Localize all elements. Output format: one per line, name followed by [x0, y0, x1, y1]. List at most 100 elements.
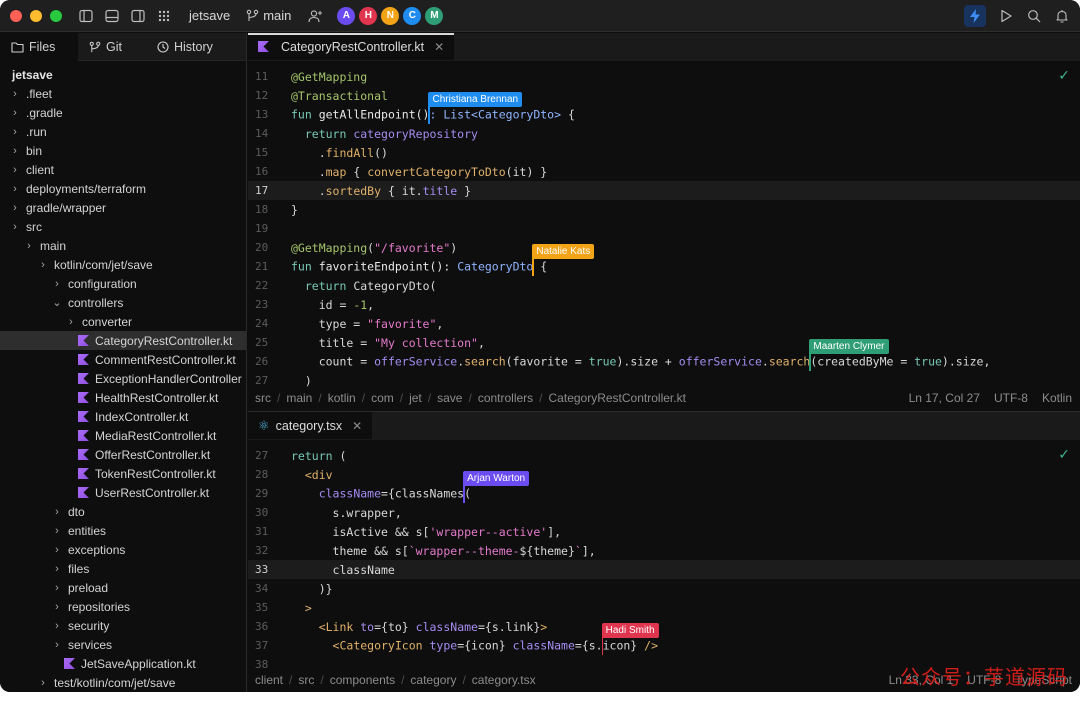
breadcrumb-item[interactable]: CategoryRestController.kt	[549, 391, 686, 405]
code-line[interactable]: 31 isActive && s['wrapper--active'],	[248, 522, 1080, 541]
tree-folder[interactable]: › kotlin/com/jet/save	[0, 255, 246, 274]
line-number[interactable]: 16	[248, 165, 282, 178]
chevron-right-icon[interactable]: ›	[52, 525, 62, 537]
line-number[interactable]: 33	[248, 563, 282, 576]
chevron-right-icon[interactable]: ›	[10, 145, 20, 157]
tree-folder[interactable]: › preload	[0, 578, 246, 597]
avatar[interactable]: H	[359, 6, 378, 25]
breadcrumb-item[interactable]: category	[410, 673, 456, 687]
tree-folder[interactable]: › security	[0, 616, 246, 635]
line-number[interactable]: 26	[248, 355, 282, 368]
sidebar-right-icon[interactable]	[130, 8, 146, 24]
tree-folder[interactable]: › configuration	[0, 274, 246, 293]
chevron-right-icon[interactable]: ›	[10, 202, 20, 214]
tree-folder[interactable]: › services	[0, 635, 246, 654]
tree-folder[interactable]: › main	[0, 236, 246, 255]
breadcrumb-item[interactable]: src	[298, 673, 314, 687]
cursor-position[interactable]: Ln 17, Col 27	[909, 391, 980, 405]
line-number[interactable]: 22	[248, 279, 282, 292]
breadcrumb-item[interactable]: com	[371, 391, 394, 405]
chevron-right-icon[interactable]: ›	[52, 601, 62, 613]
chevron-right-icon[interactable]: ›	[52, 544, 62, 556]
code-line[interactable]: 25 title = "My collection",	[248, 333, 1080, 352]
tree-folder[interactable]: › exceptions	[0, 540, 246, 559]
line-number[interactable]: 30	[248, 506, 282, 519]
avatar[interactable]: A	[337, 6, 356, 25]
code-editor[interactable]: 11 @GetMapping 12 @Transactional 13 fun getAl…	[248, 61, 1080, 390]
tree-file[interactable]: OfferRestController.kt	[0, 445, 246, 464]
code-line[interactable]: 34 )}	[248, 579, 1080, 598]
chevron-right-icon[interactable]: ›	[52, 506, 62, 518]
breadcrumb-item[interactable]: controllers	[478, 391, 533, 405]
code-line[interactable]: 33 className	[248, 560, 1080, 579]
tree-folder[interactable]: › gradle/wrapper	[0, 198, 246, 217]
chevron-right-icon[interactable]: ›	[10, 126, 20, 138]
chevron-right-icon[interactable]: ›	[52, 278, 62, 290]
run-icon[interactable]	[998, 8, 1014, 24]
breadcrumb-item[interactable]: category.tsx	[472, 673, 536, 687]
code-editor[interactable]: 27 return (28 <div 29 className={className…	[248, 440, 1080, 674]
chevron-right-icon[interactable]: ›	[10, 164, 20, 176]
tab-history[interactable]: History	[146, 33, 213, 61]
tree-folder[interactable]: › .fleet	[0, 84, 246, 103]
code-line[interactable]: 11 @GetMapping	[248, 67, 1080, 86]
tree-folder[interactable]: › bin	[0, 141, 246, 160]
project-name[interactable]: jetsave	[189, 8, 230, 23]
minimize-window-button[interactable]	[30, 9, 42, 22]
line-number[interactable]: 21	[248, 260, 282, 273]
code-line[interactable]: 15 .findAll()	[248, 143, 1080, 162]
sidebar-left-icon[interactable]	[78, 8, 94, 24]
chevron-right-icon[interactable]: ›	[10, 221, 20, 233]
code-line[interactable]: 17 .sortedBy { it.title }	[248, 181, 1080, 200]
tree-folder[interactable]: › deployments/terraform	[0, 179, 246, 198]
add-user-icon[interactable]	[307, 8, 323, 24]
tab-files[interactable]: Files	[0, 32, 78, 61]
line-number[interactable]: 13	[248, 108, 282, 121]
avatar[interactable]: C	[403, 6, 422, 25]
chevron-right-icon[interactable]: ›	[38, 259, 48, 271]
code-line[interactable]: 26 count = offerService.search(favorite …	[248, 338, 1080, 371]
chevron-right-icon[interactable]: ›	[10, 183, 20, 195]
code-line[interactable]: 12 @Transactional	[248, 86, 1080, 105]
breadcrumb-item[interactable]: client	[255, 673, 283, 687]
code-line[interactable]: 35 >	[248, 598, 1080, 617]
tree-file[interactable]: ExceptionHandlerController	[0, 369, 246, 388]
line-number[interactable]: 25	[248, 336, 282, 349]
line-number[interactable]: 20	[248, 241, 282, 254]
file-encoding[interactable]: UTF-8	[994, 391, 1028, 405]
line-number[interactable]: 34	[248, 582, 282, 595]
code-line[interactable]: 24 type = "favorite",	[248, 314, 1080, 333]
code-line[interactable]: 27 return (	[248, 446, 1080, 465]
tree-folder[interactable]: › client	[0, 160, 246, 179]
breadcrumb-item[interactable]: jet	[409, 391, 422, 405]
breadcrumb-item[interactable]: main	[286, 391, 312, 405]
code-line[interactable]: 21 fun favoriteEndpoint(): CategoryDto Nat…	[248, 243, 1080, 276]
editor-tab-tsx[interactable]: ⚛ category.tsx ✕	[248, 412, 373, 439]
bolt-icon[interactable]	[964, 4, 986, 27]
line-number[interactable]: 32	[248, 544, 282, 557]
code-line[interactable]: 23 id = -1,	[248, 295, 1080, 314]
chevron-right-icon[interactable]: ›	[38, 677, 48, 689]
maximize-window-button[interactable]	[50, 9, 62, 22]
code-line[interactable]: 29 className={classNames Arjan Warton(	[248, 470, 1080, 503]
close-tab-icon[interactable]: ✕	[352, 419, 362, 433]
code-line[interactable]: 14 return categoryRepository	[248, 124, 1080, 143]
line-number[interactable]: 15	[248, 146, 282, 159]
line-number[interactable]: 24	[248, 317, 282, 330]
tree-folder[interactable]: › .run	[0, 122, 246, 141]
line-number[interactable]: 36	[248, 620, 282, 633]
tree-folder[interactable]: › converter	[0, 312, 246, 331]
line-number[interactable]: 23	[248, 298, 282, 311]
tree-folder[interactable]: › test/kotlin/com/jet/save	[0, 673, 246, 692]
tree-folder[interactable]: › .gradle	[0, 103, 246, 122]
breadcrumb-item[interactable]: save	[437, 391, 462, 405]
close-tab-icon[interactable]: ✕	[434, 40, 444, 54]
chevron-right-icon[interactable]: ›	[52, 639, 62, 651]
chevron-right-icon[interactable]: ›	[52, 582, 62, 594]
code-line[interactable]: 37 <CategoryIcon type={icon} className={…	[248, 622, 1080, 655]
line-number[interactable]: 31	[248, 525, 282, 538]
line-number[interactable]: 28	[248, 468, 282, 481]
code-line[interactable]: 16 .map { convertCategoryToDto(it) }	[248, 162, 1080, 181]
chevron-right-icon[interactable]: ›	[24, 240, 34, 252]
chevron-right-icon[interactable]: ›	[10, 88, 20, 100]
